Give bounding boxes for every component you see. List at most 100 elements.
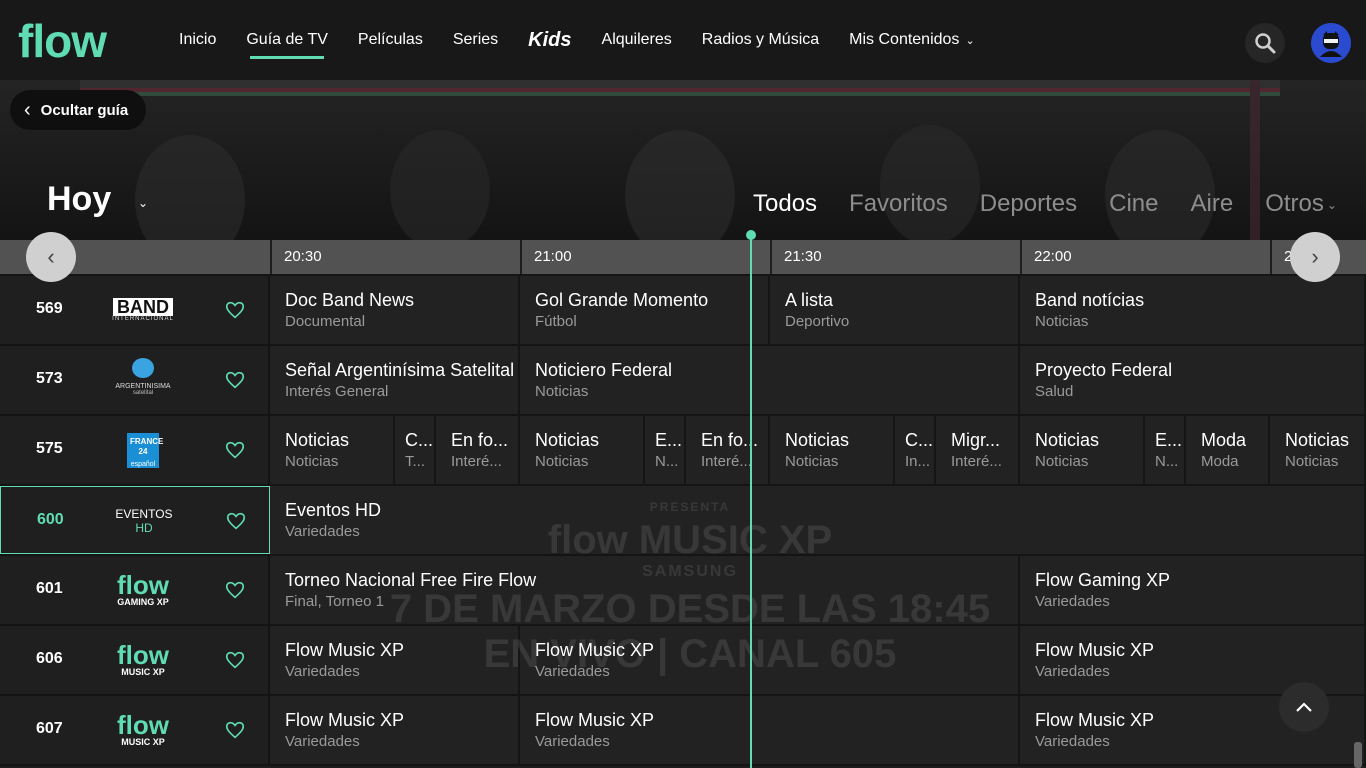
program-title: Torneo Nacional Free Fire Flow — [285, 570, 537, 590]
program-cell[interactable]: A lista Deportivo — [770, 276, 1020, 344]
filter-aire[interactable]: Aire — [1175, 190, 1250, 220]
scroll-to-top-button[interactable] — [1279, 682, 1329, 732]
program-cell[interactable]: En fo... Interé... — [686, 416, 770, 484]
channel-row: 575 FRANCE 24 español Noticias Noticias C... T… — [0, 416, 1366, 486]
channel-logo: flow MUSIC XP — [108, 706, 178, 754]
channel-cell[interactable]: 569 BAND INTERNACIONAL — [0, 276, 270, 344]
channel-logo: ARGENTINISIMA satelital — [108, 356, 178, 404]
filter-otros-label: Otros — [1265, 190, 1324, 217]
program-cell[interactable]: Migr... Interé... — [936, 416, 1020, 484]
filter-favoritos[interactable]: Favoritos — [833, 190, 964, 220]
channel-logo-text: FRANCE 24 — [127, 432, 163, 461]
program-genre: Interé... — [451, 453, 502, 470]
filter-cine[interactable]: Cine — [1093, 190, 1174, 220]
channel-logo-text: flow — [117, 640, 169, 670]
program-genre: Noticias — [1035, 313, 1089, 330]
program-cell[interactable]: Gol Grande Momento Fútbol — [520, 276, 770, 344]
program-cell[interactable]: Torneo Nacional Free Fire Flow Final, Tor… — [270, 556, 1020, 624]
program-cell[interactable]: Band notícias Noticias — [1020, 276, 1366, 344]
program-title: En fo... — [701, 430, 759, 450]
program-cell[interactable]: Flow Music XP Variedades — [520, 626, 1020, 694]
heart-icon[interactable] — [224, 299, 246, 321]
program-cell[interactable]: Flow Music XP Variedades — [270, 696, 520, 764]
program-title: Flow Music XP — [535, 710, 655, 730]
channel-cell[interactable]: 575 FRANCE 24 español — [0, 416, 270, 484]
chevron-down-icon[interactable]: ⌄ — [138, 196, 148, 210]
day-selector-title[interactable]: Hoy — [47, 180, 111, 219]
channel-cell[interactable]: 607 flow MUSIC XP — [0, 696, 270, 764]
program-cell[interactable]: E... N... — [1145, 416, 1186, 484]
program-cell[interactable]: En fo... Interé... — [436, 416, 520, 484]
nav-item-kids[interactable]: Kids — [513, 0, 586, 80]
channel-cell[interactable]: 573 ARGENTINISIMA satelital — [0, 346, 270, 414]
flow-logo[interactable]: flow — [18, 14, 107, 68]
time-slot: 20:30 — [270, 240, 520, 274]
program-title: Noticias — [1035, 430, 1100, 450]
program-cell[interactable]: Eventos HD Variedades — [270, 486, 1366, 554]
program-cell[interactable]: Noticias Noticias — [520, 416, 645, 484]
filter-otros[interactable]: Otros ⌄ — [1249, 190, 1353, 220]
chevron-up-icon — [1296, 702, 1312, 712]
search-icon — [1255, 33, 1276, 54]
channel-logo: FRANCE 24 español — [108, 426, 178, 474]
nav-item-radios-musica[interactable]: Radios y Música — [687, 0, 834, 80]
timeline-prev-button[interactable]: ‹ — [26, 232, 76, 282]
epg-grid: 569 BAND INTERNACIONAL Doc Band News Documen… — [0, 276, 1366, 768]
program-title: A lista — [785, 290, 834, 310]
program-cell[interactable]: Flow Music XP Variedades — [520, 696, 1020, 764]
heart-icon[interactable] — [224, 719, 246, 741]
program-cell[interactable]: C... T... — [395, 416, 436, 484]
scrollbar-thumb[interactable] — [1354, 742, 1362, 768]
channel-number: 573 — [36, 370, 63, 387]
program-cell[interactable]: Flow Gaming XP Variedades — [1020, 556, 1366, 624]
program-cell[interactable]: Señal Argentinísima Satelital Interés Gen… — [270, 346, 520, 414]
hide-guide-button[interactable]: ‹ Ocultar guía — [10, 90, 147, 130]
chevron-down-icon: ⌄ — [1326, 197, 1337, 212]
heart-icon[interactable] — [224, 439, 246, 461]
channel-logo-text: ARGENTINISIMA — [115, 382, 171, 390]
program-genre: N... — [655, 453, 679, 470]
channel-number: 606 — [36, 650, 63, 667]
search-button[interactable] — [1245, 23, 1285, 63]
channel-row: 601 flow GAMING XP Torneo Nacional Free Fir… — [0, 556, 1366, 626]
heart-icon[interactable] — [224, 649, 246, 671]
program-cell[interactable]: Moda Moda — [1186, 416, 1270, 484]
program-cell[interactable]: E... N... — [645, 416, 686, 484]
channel-logo-text: flow — [117, 710, 169, 740]
nav-item-mis-contenidos[interactable]: Mis Contenidos ⌄ — [834, 0, 990, 80]
program-cell[interactable]: Noticiero Federal Noticias — [520, 346, 1020, 414]
nav-item-peliculas[interactable]: Películas — [343, 0, 438, 80]
program-cell[interactable]: Noticias Noticias — [770, 416, 895, 484]
program-title: Migr... — [951, 430, 1001, 450]
program-genre: Variedades — [1035, 593, 1110, 610]
program-cell[interactable]: Noticias Noticias — [1020, 416, 1145, 484]
nav-item-inicio[interactable]: Inicio — [164, 0, 231, 80]
heart-icon[interactable] — [225, 510, 247, 532]
channel-cell[interactable]: 601 flow GAMING XP — [0, 556, 270, 624]
program-cell[interactable]: C... In... — [895, 416, 936, 484]
filter-deportes[interactable]: Deportes — [964, 190, 1093, 220]
program-genre: N... — [1155, 453, 1179, 470]
program-genre: Variedades — [285, 733, 360, 750]
program-cell[interactable]: Noticias Noticias — [1270, 416, 1366, 484]
channel-logo-subtext: HD — [135, 521, 153, 535]
program-title: E... — [655, 430, 683, 450]
program-title: Flow Music XP — [535, 640, 655, 660]
program-cell[interactable]: Proyecto Federal Salud — [1020, 346, 1366, 414]
program-cell[interactable]: Doc Band News Documental — [270, 276, 520, 344]
nav-item-alquileres[interactable]: Alquileres — [587, 0, 687, 80]
filter-todos[interactable]: Todos — [737, 190, 833, 220]
channel-cell[interactable]: 606 flow MUSIC XP — [0, 626, 270, 694]
time-slot: 22:00 — [1020, 240, 1270, 274]
program-cell[interactable]: Flow Music XP Variedades — [270, 626, 520, 694]
heart-icon[interactable] — [224, 369, 246, 391]
channel-cell[interactable]: 600 EVENTOS HD — [0, 486, 270, 554]
heart-icon[interactable] — [224, 579, 246, 601]
program-genre: Salud — [1035, 383, 1074, 400]
program-cell[interactable]: Noticias Noticias — [270, 416, 395, 484]
timeline-next-button[interactable]: › — [1290, 232, 1340, 282]
nav-item-series[interactable]: Series — [438, 0, 513, 80]
nav-item-guia-tv[interactable]: Guía de TV — [231, 0, 343, 80]
user-avatar-button[interactable] — [1311, 23, 1351, 63]
channel-number: 600 — [37, 511, 64, 528]
